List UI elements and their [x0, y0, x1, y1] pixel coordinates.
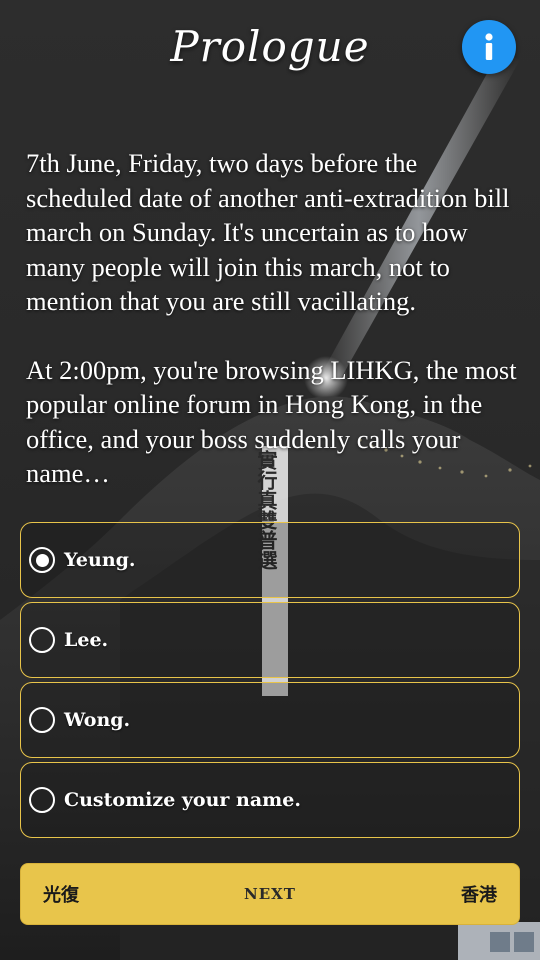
story-paragraph-1: 7th June, Friday, two days before the sc…	[26, 148, 510, 316]
page-title: Prologue	[170, 22, 370, 71]
radio-empty-icon[interactable]	[29, 787, 55, 813]
option-label: Wong.	[64, 709, 131, 731]
radio-selected-icon[interactable]	[29, 547, 55, 573]
name-options: Yeung. Lee. Wong. Customize your name.	[20, 522, 520, 842]
option-yeung[interactable]: Yeung.	[20, 522, 520, 598]
option-wong[interactable]: Wong.	[20, 682, 520, 758]
option-label: Lee.	[64, 629, 109, 651]
option-customize-name[interactable]: Customize your name.	[20, 762, 520, 838]
story-text: 7th June, Friday, two days before the sc…	[26, 146, 518, 491]
next-left-text: 光復	[43, 885, 79, 906]
info-button[interactable]	[462, 20, 516, 74]
story-paragraph-2: At 2:00pm, you're browsing LIHKG, the mo…	[26, 354, 517, 489]
option-lee[interactable]: Lee.	[20, 602, 520, 678]
info-icon	[485, 33, 493, 60]
next-label: NEXT	[244, 885, 296, 903]
option-label: Customize your name.	[64, 789, 301, 811]
radio-empty-icon[interactable]	[29, 707, 55, 733]
option-label: Yeung.	[64, 549, 136, 571]
next-button[interactable]: 光復 NEXT 香港	[20, 863, 520, 925]
radio-empty-icon[interactable]	[29, 627, 55, 653]
next-right-text: 香港	[460, 885, 497, 906]
